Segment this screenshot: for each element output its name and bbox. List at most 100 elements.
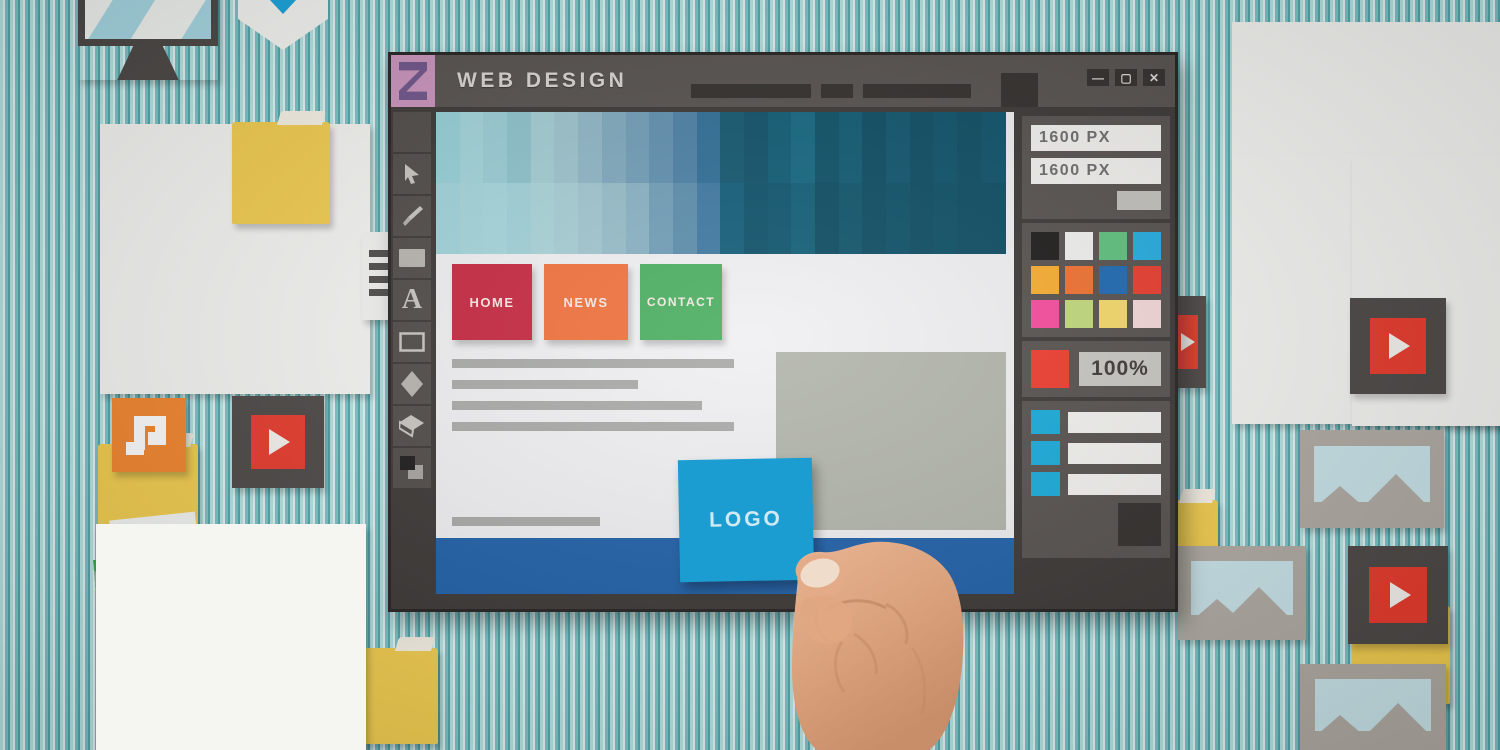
video-icon-3[interactable]: [1350, 298, 1446, 394]
desktop-background: WEB DESIGN — ▢ ✕ A HOME NEWS CONTACT 160…: [0, 0, 1500, 750]
nav-button-home-label: HOME: [469, 294, 515, 310]
diamond-tool[interactable]: [393, 364, 431, 404]
monitor-stand: [117, 46, 179, 80]
palette-swatch-green[interactable]: [1099, 232, 1127, 260]
nav-button-news[interactable]: NEWS: [544, 264, 628, 340]
layer-name-bar: [1068, 411, 1161, 433]
fill-rect-tool[interactable]: [393, 238, 431, 278]
nav-button-contact[interactable]: CONTACT: [640, 264, 722, 340]
placeholder-thumbnail: [1314, 445, 1430, 513]
monitor-icon[interactable]: [78, 0, 218, 80]
zoom-panel: 100%: [1022, 341, 1170, 397]
filled-rectangle-icon: [399, 249, 425, 267]
layer-options-button[interactable]: [1118, 503, 1161, 546]
letter-a-icon: A: [401, 284, 423, 315]
download-badge-icon[interactable]: [238, 0, 328, 50]
size-panel: 1600 PX 1600 PX: [1022, 116, 1170, 219]
folder-icon-1[interactable]: [232, 111, 330, 224]
video-icon-1[interactable]: [232, 396, 324, 488]
shape-rect-tool[interactable]: [393, 322, 431, 362]
menu-bar-1[interactable]: [691, 84, 811, 98]
text-line-2: [452, 380, 638, 389]
image-icon-2[interactable]: [96, 524, 366, 750]
layer-color-swatch: [1031, 410, 1060, 434]
minimize-button[interactable]: —: [1087, 69, 1109, 86]
diamond-icon: [401, 371, 423, 397]
rectangle-outline-icon: [399, 332, 425, 352]
play-button-icon: [1369, 566, 1427, 624]
monitor-screen: [78, 0, 218, 46]
foreground-background-swatch-icon: [398, 455, 426, 481]
toolbar-square-button[interactable]: [1001, 73, 1038, 107]
placeholder-thumbnail: [1190, 561, 1294, 625]
play-button-icon: [251, 415, 305, 469]
palette-swatch-amber[interactable]: [1031, 266, 1059, 294]
properties-panel: 1600 PX 1600 PX 100%: [1017, 112, 1175, 609]
text-line-3: [452, 401, 702, 410]
layer-row-3[interactable]: [1031, 472, 1161, 496]
width-field[interactable]: 1600 PX: [1031, 125, 1161, 151]
text-line-5: [452, 517, 600, 526]
maximize-button[interactable]: ▢: [1115, 69, 1137, 86]
play-button-icon: [1370, 318, 1426, 374]
hero-gradient-banner[interactable]: [436, 112, 1014, 254]
layer-name-bar: [1068, 473, 1161, 495]
layer-name-bar: [1068, 442, 1161, 464]
video-icon-4[interactable]: [1348, 546, 1448, 644]
window-controls: — ▢ ✕: [1087, 69, 1165, 86]
close-button[interactable]: ✕: [1143, 69, 1165, 86]
human-hand: [792, 541, 964, 750]
text-line-1: [452, 359, 734, 368]
layer-color-swatch: [1031, 441, 1060, 465]
logo-card-label: LOGO: [708, 507, 784, 532]
palette-swatch-yellow[interactable]: [1099, 300, 1127, 328]
height-field[interactable]: 1600 PX: [1031, 158, 1161, 184]
palette-swatch-blue[interactable]: [1099, 266, 1127, 294]
layers-panel: [1022, 401, 1170, 558]
brush-tool[interactable]: [393, 196, 431, 236]
image-placeholder-icon-3[interactable]: [1300, 664, 1446, 750]
palette-swatch-blush[interactable]: [1133, 300, 1161, 328]
color-picker-tool[interactable]: [393, 448, 431, 488]
palette-swatch-white[interactable]: [1065, 232, 1093, 260]
nav-button-news-label: NEWS: [563, 294, 609, 310]
nav-button-contact-label: CONTACT: [646, 295, 716, 309]
menu-bar-2[interactable]: [821, 84, 853, 98]
apply-button[interactable]: [1117, 191, 1161, 210]
eraser-tool[interactable]: [393, 406, 431, 446]
eraser-icon: [399, 414, 425, 438]
download-arrow-icon: [266, 0, 300, 14]
color-palette: [1022, 223, 1170, 337]
folder-icon-4[interactable]: [360, 637, 438, 744]
app-title: WEB DESIGN: [457, 69, 628, 92]
palette-swatch-red[interactable]: [1133, 266, 1161, 294]
layer-row-2[interactable]: [1031, 441, 1161, 465]
nav-button-home[interactable]: HOME: [452, 264, 532, 340]
palette-swatch-black[interactable]: [1031, 232, 1059, 260]
text-line-4: [452, 422, 734, 431]
nav-button-group: HOME NEWS CONTACT: [452, 264, 722, 340]
layer-row-1[interactable]: [1031, 410, 1161, 434]
image-placeholder-icon-1[interactable]: [1300, 430, 1444, 528]
layer-color-swatch: [1031, 472, 1060, 496]
monitor-wallpaper: [85, 0, 211, 39]
paintbrush-icon: [400, 204, 424, 228]
text-tool[interactable]: A: [393, 280, 431, 320]
menu-bar-group: [691, 84, 971, 98]
placeholder-thumbnail: [1314, 678, 1432, 742]
palette-swatch-cyan[interactable]: [1133, 232, 1161, 260]
music-icon[interactable]: [112, 398, 186, 472]
app-logo-z-icon[interactable]: [391, 55, 435, 107]
palette-swatch-orange[interactable]: [1065, 266, 1093, 294]
palette-swatch-lime[interactable]: [1065, 300, 1093, 328]
image-placeholder-icon-2[interactable]: [1178, 546, 1306, 640]
zoom-value[interactable]: 100%: [1079, 352, 1161, 386]
text-placeholder-lines: [452, 359, 752, 443]
active-color-chip[interactable]: [1031, 350, 1069, 388]
cursor-arrow-icon: [402, 163, 422, 185]
blank-tool[interactable]: [393, 112, 431, 152]
palette-swatch-pink[interactable]: [1031, 300, 1059, 328]
menu-bar-3[interactable]: [863, 84, 971, 98]
tool-palette: A: [391, 112, 433, 609]
select-tool[interactable]: [393, 154, 431, 194]
